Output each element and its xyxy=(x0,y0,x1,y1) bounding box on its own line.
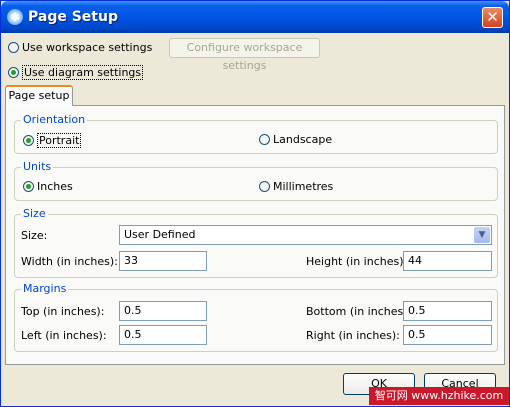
portrait-label: Portrait xyxy=(37,133,82,148)
use-diagram-settings-label: Use diagram settings xyxy=(22,65,144,80)
millimetres-radio[interactable]: Millimetres xyxy=(259,180,333,193)
close-icon: ✕ xyxy=(486,8,499,26)
dialog-title: Page Setup xyxy=(28,9,118,25)
top-margin-label: Top (in inches): xyxy=(21,305,105,318)
use-diagram-settings-radio[interactable]: Use diagram settings xyxy=(8,65,144,80)
size-heading: Size xyxy=(21,207,48,220)
radio-checked-icon xyxy=(23,135,34,146)
radio-unchecked-icon xyxy=(259,181,270,192)
configure-workspace-settings-button[interactable]: Configure workspace settings xyxy=(169,38,320,72)
units-heading: Units xyxy=(21,160,54,173)
use-workspace-settings-label: Use workspace settings xyxy=(22,41,153,54)
units-group: Units Inches Millimetres xyxy=(14,160,498,201)
top-margin-input[interactable]: 0.5 xyxy=(119,301,207,321)
landscape-label: Landscape xyxy=(273,133,333,146)
size-dropdown-value: User Defined xyxy=(124,228,196,241)
size-dropdown[interactable]: User Defined ▼ xyxy=(119,225,492,245)
radio-unchecked-icon xyxy=(8,42,19,53)
right-margin-input[interactable]: 0.5 xyxy=(403,325,492,345)
radio-checked-icon xyxy=(23,181,34,192)
portrait-radio[interactable]: Portrait xyxy=(23,133,82,148)
landscape-radio[interactable]: Landscape xyxy=(259,133,332,146)
size-label: Size: xyxy=(21,229,48,242)
page-setup-dialog: ✲ Page Setup ✕ Use workspace settings Co… xyxy=(0,0,510,407)
height-label: Height (in inches): xyxy=(306,255,408,268)
right-margin-label: Right (in inches): xyxy=(306,329,400,342)
orientation-heading: Orientation xyxy=(21,113,88,126)
tab-page-setup[interactable]: Page setup xyxy=(5,85,73,106)
radio-unchecked-icon xyxy=(259,134,270,145)
left-margin-label: Left (in inches): xyxy=(21,329,107,342)
millimetres-label: Millimetres xyxy=(273,180,334,193)
margins-heading: Margins xyxy=(21,282,69,295)
close-button[interactable]: ✕ xyxy=(482,7,503,28)
left-margin-input[interactable]: 0.5 xyxy=(119,325,207,345)
use-workspace-settings-radio[interactable]: Use workspace settings xyxy=(8,41,152,54)
inches-label: Inches xyxy=(37,180,73,193)
orientation-group: Orientation Portrait Landscape xyxy=(14,113,498,154)
page-setup-app-icon: ✲ xyxy=(7,9,23,25)
bottom-margin-label: Bottom (in inches): xyxy=(306,305,412,318)
height-input[interactable]: 44 xyxy=(403,251,492,271)
watermark-badge: 智可网 www.hzhike.com xyxy=(369,387,509,405)
width-label: Width (in inches): xyxy=(21,255,118,268)
page-setup-tab-panel: Orientation Portrait Landscape Units Inc… xyxy=(5,105,505,365)
radio-checked-icon xyxy=(8,67,19,78)
chevron-down-icon[interactable]: ▼ xyxy=(474,227,490,243)
title-bar[interactable]: ✲ Page Setup ✕ xyxy=(1,1,509,33)
bottom-margin-input[interactable]: 0.5 xyxy=(403,301,492,321)
inches-radio[interactable]: Inches xyxy=(23,180,73,193)
width-input[interactable]: 33 xyxy=(119,251,207,271)
